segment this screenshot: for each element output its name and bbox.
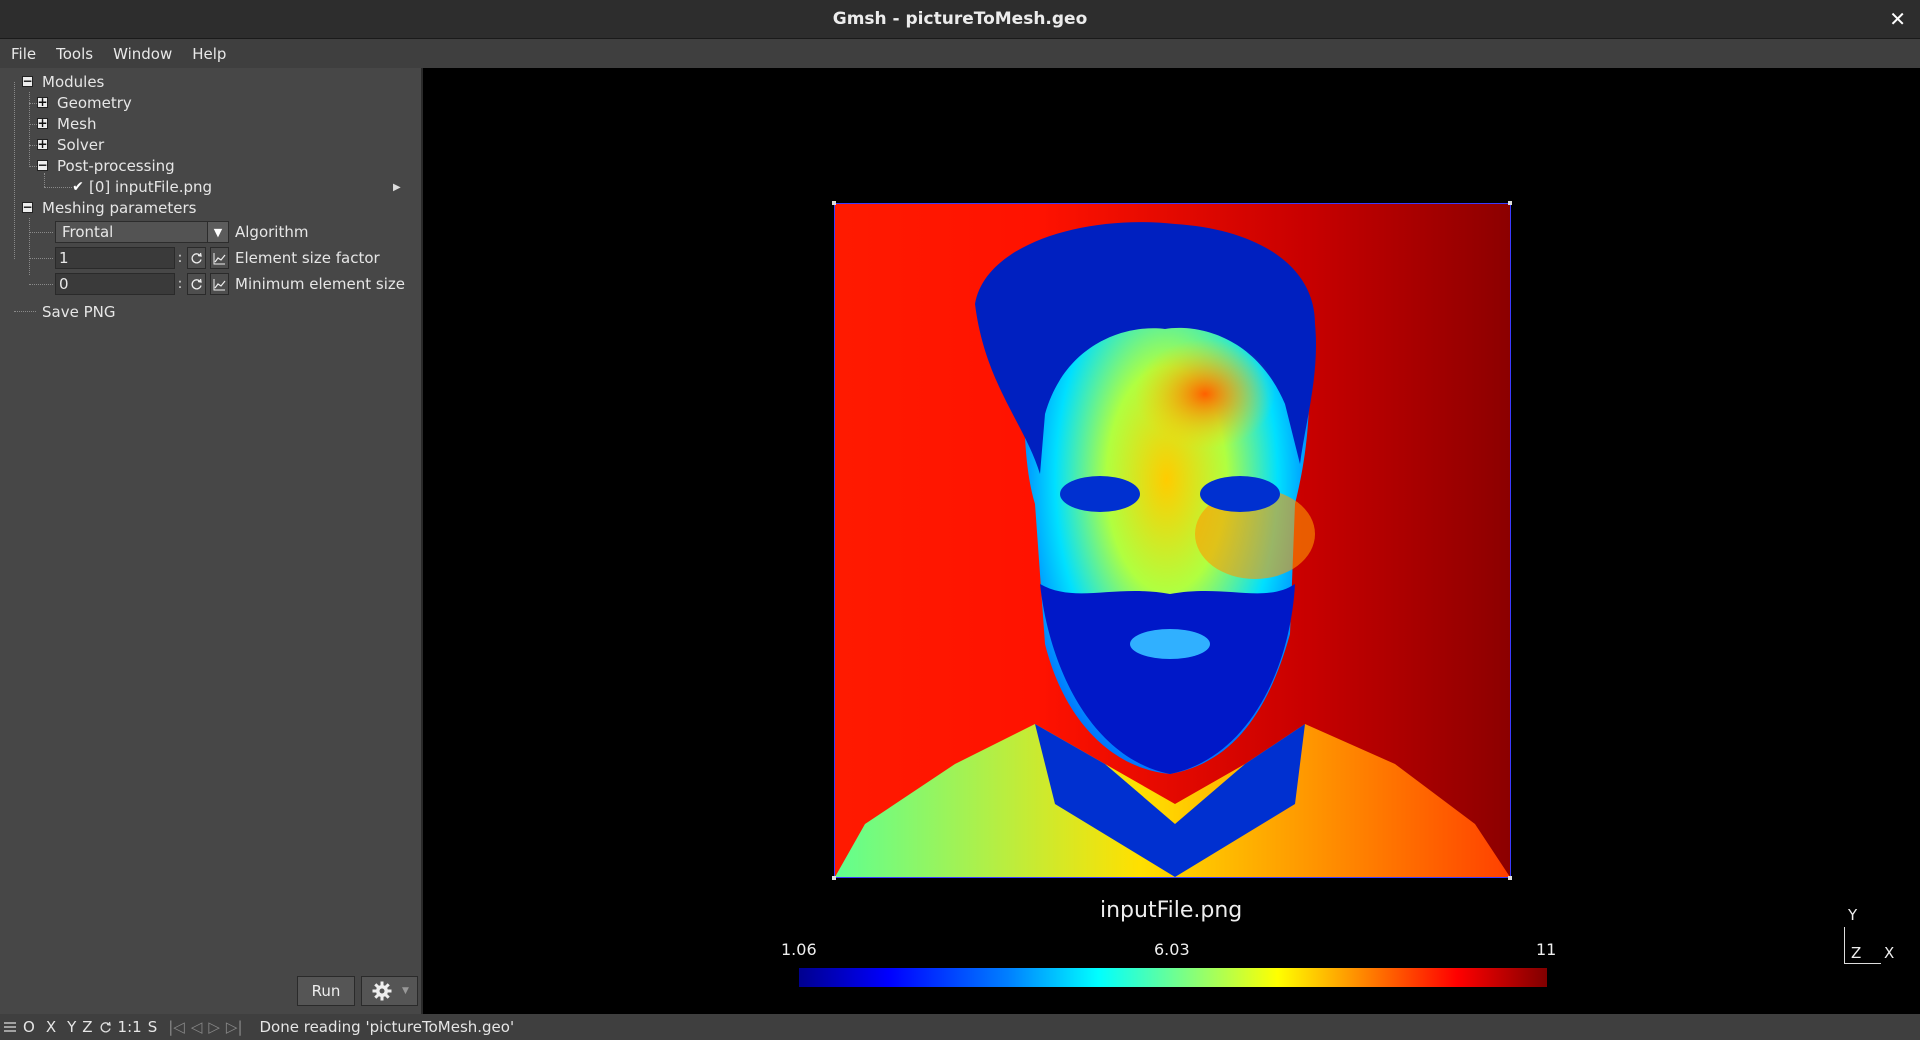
min-element-size-value: 0 [59, 275, 69, 293]
title-bar: Gmsh - pictureToMesh.geo ✕ [0, 0, 1920, 39]
window-title: Gmsh - pictureToMesh.geo [832, 9, 1088, 29]
post-processing-view-image [834, 203, 1511, 878]
settings-button[interactable]: ▼ [361, 976, 418, 1006]
spinner-icon[interactable]: : [175, 273, 185, 295]
tree-connector [14, 82, 15, 259]
chevron-down-icon: ▼ [402, 986, 409, 996]
axis-y-label: Y [1848, 906, 1858, 924]
expand-icon[interactable]: + [37, 96, 48, 108]
tree-item-label: Modules [42, 72, 105, 91]
tree-item-label: Post-processing [57, 156, 175, 175]
spinner-icon[interactable]: : [175, 247, 185, 269]
frame-corner [1508, 201, 1512, 205]
element-size-factor-value: 1 [59, 249, 69, 267]
run-button[interactable]: Run [297, 976, 355, 1006]
tree-item-geometry[interactable]: + Geometry [37, 92, 132, 113]
tree-connector [44, 187, 72, 188]
tree-item-mesh[interactable]: + Mesh [37, 113, 97, 134]
frame-corner [832, 876, 836, 880]
frame-corner [832, 201, 836, 205]
play-icon[interactable]: ▷ [208, 1018, 220, 1036]
view-menu-arrow-icon[interactable]: ▶ [393, 182, 401, 193]
menu-help[interactable]: Help [182, 45, 236, 63]
axis-x-line [1844, 963, 1881, 964]
tree-item-label: Mesh [57, 114, 97, 133]
origin-button[interactable]: O [23, 1018, 35, 1036]
menu-lines-icon[interactable] [3, 1021, 17, 1033]
gear-icon [372, 981, 392, 1001]
algorithm-select[interactable]: Frontal ▼ [55, 221, 229, 243]
axis-x-label: X [1884, 944, 1895, 962]
colorbar-mid-label: 6.03 [1154, 940, 1190, 959]
tree-item-label: Meshing parameters [42, 198, 197, 217]
status-message: Done reading 'pictureToMesh.geo' [259, 1018, 515, 1036]
last-step-icon[interactable]: ▷| [226, 1018, 243, 1036]
loop-icon[interactable] [187, 247, 206, 269]
tree-connector [14, 311, 36, 312]
rotate-icon[interactable] [99, 1021, 112, 1034]
element-size-factor-label: Element size factor [235, 249, 380, 267]
menu-bar: File Tools Window Help [0, 39, 1920, 68]
min-element-size-input[interactable]: 0 [55, 273, 175, 295]
expand-icon[interactable]: + [37, 117, 48, 129]
tree-item-view-0[interactable]: ✔ [0] inputFile.png [71, 176, 212, 197]
view-x-button[interactable]: X [46, 1018, 56, 1036]
expand-icon[interactable]: + [37, 138, 48, 150]
frame-corner [1508, 876, 1512, 880]
view-y-button[interactable]: Y [67, 1018, 76, 1036]
tree-item-label: [0] inputFile.png [89, 177, 213, 196]
tree-item-label: Save PNG [42, 302, 116, 321]
tree-connector [29, 218, 30, 275]
algorithm-label: Algorithm [235, 223, 309, 241]
min-element-size-label: Minimum element size [235, 275, 405, 293]
graph-icon[interactable] [210, 273, 229, 295]
tree-item-label: Geometry [57, 93, 132, 112]
collapse-icon[interactable]: − [22, 201, 33, 213]
loop-icon[interactable] [187, 273, 206, 295]
tree-connector [29, 284, 53, 285]
tree-item-modules[interactable]: − Modules [22, 71, 104, 92]
colorbar [799, 968, 1547, 987]
tree-item-label: Solver [57, 135, 105, 154]
screenshot-button[interactable]: S [148, 1018, 158, 1036]
options-tree-panel: − Modules + Geometry + Mesh + Solver − P… [0, 68, 423, 1014]
tree-item-meshing-parameters[interactable]: − Meshing parameters [22, 197, 196, 218]
heatmap-portrait [835, 222, 1510, 877]
visibility-checkbox[interactable]: ✔ [71, 179, 85, 195]
status-bar: O X Y Z 1:1 S |◁ ◁ ▷ ▷| Done reading 'pi… [0, 1014, 1920, 1040]
scale-button[interactable]: 1:1 [118, 1018, 142, 1036]
previous-step-icon[interactable]: ◁ [191, 1018, 203, 1036]
graph-icon[interactable] [210, 247, 229, 269]
tree-connector [29, 232, 53, 233]
axis-z-label: Z [1851, 944, 1862, 962]
element-size-factor-input[interactable]: 1 [55, 247, 175, 269]
view-z-button[interactable]: Z [82, 1018, 92, 1036]
menu-file[interactable]: File [0, 45, 46, 63]
tree-item-save-png[interactable]: Save PNG [42, 301, 115, 322]
tree-item-solver[interactable]: + Solver [37, 134, 104, 155]
tree-connector [29, 258, 53, 259]
algorithm-value: Frontal [62, 223, 114, 241]
collapse-icon[interactable]: − [37, 159, 48, 171]
colorbar-min-label: 1.06 [781, 940, 817, 959]
tree-item-post-processing[interactable]: − Post-processing [37, 155, 175, 176]
first-step-icon[interactable]: |◁ [168, 1018, 185, 1036]
view-title: inputFile.png [1100, 898, 1243, 923]
close-icon[interactable]: ✕ [1889, 7, 1906, 31]
collapse-icon[interactable]: − [22, 75, 33, 87]
chevron-down-icon[interactable]: ▼ [207, 222, 228, 242]
menu-tools[interactable]: Tools [46, 45, 103, 63]
colorbar-max-label: 11 [1536, 940, 1557, 959]
menu-window[interactable]: Window [103, 45, 182, 63]
axis-y-line [1844, 927, 1845, 964]
